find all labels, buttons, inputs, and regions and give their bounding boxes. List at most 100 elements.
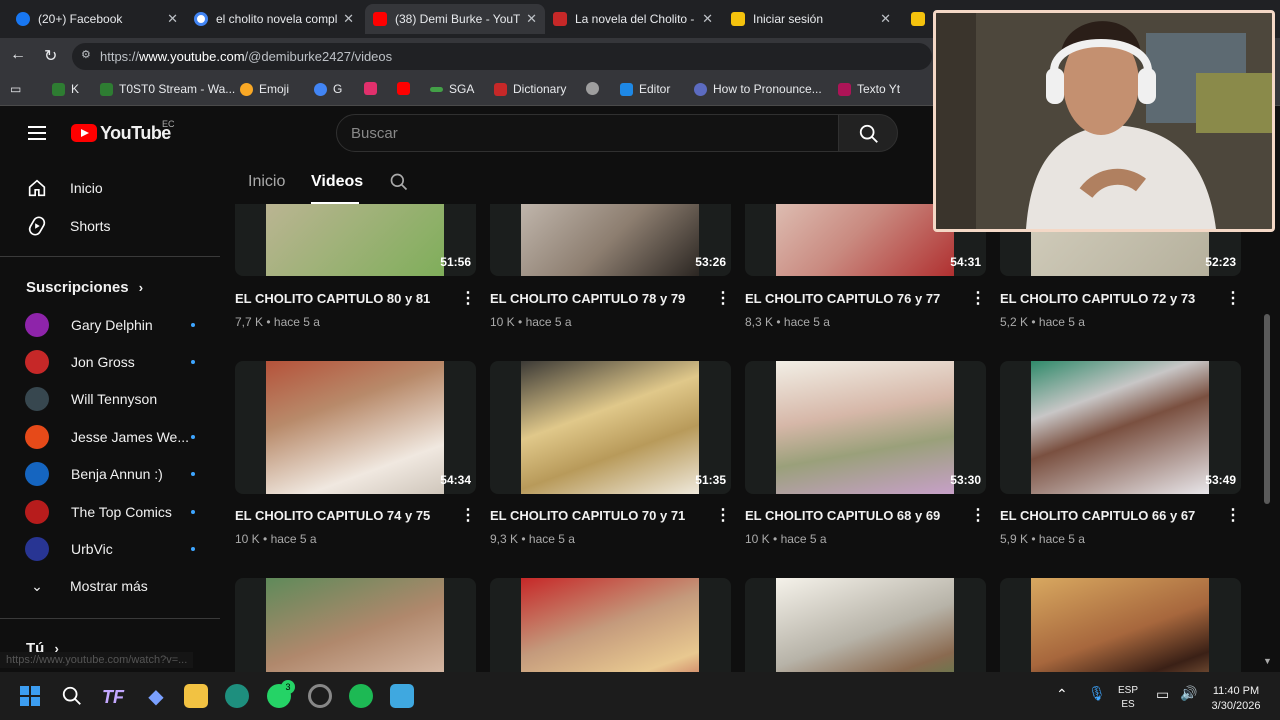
bookmark-instagram[interactable] xyxy=(364,82,383,95)
close-icon[interactable]: ✕ xyxy=(526,11,537,27)
video-title[interactable]: EL CHOLITO CAPITULO 72 y 73 xyxy=(1000,291,1195,306)
bookmark-openai[interactable] xyxy=(586,82,605,95)
video-title[interactable]: EL CHOLITO CAPITULO 74 y 75 xyxy=(235,508,430,523)
tab-la-novela[interactable]: La novela del Cholito - Ec ✕ xyxy=(545,4,721,34)
clock[interactable]: 11:40 PM 3/30/2026 xyxy=(1208,684,1264,714)
video-meta: 7,7 K • hace 5 a xyxy=(235,315,320,329)
subscriptions-header[interactable]: Suscripciones › xyxy=(26,279,143,296)
menu-icon[interactable] xyxy=(28,126,46,140)
bookmark-g[interactable]: G xyxy=(314,82,342,96)
video-title[interactable]: EL CHOLITO CAPITULO 78 y 79 xyxy=(490,291,685,306)
sidebar-toggle-icon[interactable]: ▭ xyxy=(10,82,21,96)
duration-badge: 53:26 xyxy=(695,255,726,269)
microphone-icon[interactable]: 🎙 xyxy=(1088,685,1106,702)
spotify-icon[interactable] xyxy=(349,684,373,708)
video-thumbnail[interactable]: 53:26 xyxy=(490,204,731,276)
bookmark-editor[interactable]: Editor xyxy=(620,82,670,96)
address-bar[interactable]: ⚙ https://www.youtube.com/@demiburke2427… xyxy=(72,43,932,70)
reload-icon[interactable]: ↻ xyxy=(44,46,57,66)
more-options-icon[interactable]: ⋮ xyxy=(970,505,986,525)
sidebar-subscription[interactable]: Jesse James We... xyxy=(25,424,195,450)
tab-google-search[interactable]: el cholito novela complet ✕ xyxy=(186,4,362,34)
bookmark-texto-yt[interactable]: Texto Yt xyxy=(838,82,900,96)
search-icon[interactable] xyxy=(389,172,409,192)
notepad-icon[interactable] xyxy=(390,684,414,708)
bookmark-tosto-stream[interactable]: T0ST0 Stream - Wa... xyxy=(100,82,235,96)
video-thumbnail[interactable]: 53:30 xyxy=(745,361,986,494)
thumbnail-image xyxy=(266,204,444,276)
windows-start-icon[interactable] xyxy=(20,686,40,706)
search-input[interactable]: Buscar xyxy=(336,114,839,152)
edge-browser-icon[interactable] xyxy=(225,684,249,708)
tab-partial[interactable] xyxy=(903,4,933,34)
more-options-icon[interactable]: ⋮ xyxy=(1225,288,1241,308)
sidebar-subscription[interactable]: Benja Annun :) xyxy=(25,461,195,487)
tab-facebook[interactable]: (20+) Facebook ✕ xyxy=(8,4,186,34)
app-crypto-icon[interactable]: ◆ xyxy=(144,684,168,708)
video-thumbnail[interactable] xyxy=(745,578,986,672)
close-icon[interactable]: ✕ xyxy=(880,11,891,27)
language-indicator[interactable]: ESP ES xyxy=(1118,684,1138,712)
tab-videos[interactable]: Videos xyxy=(311,173,363,191)
search-button[interactable] xyxy=(838,114,898,152)
video-thumbnail[interactable]: 51:35 xyxy=(490,361,731,494)
sidebar: Inicio Shorts Suscripciones › Gary Delph… xyxy=(0,162,220,672)
file-explorer-icon[interactable] xyxy=(184,684,208,708)
sidebar-subscription[interactable]: Will Tennyson xyxy=(25,386,195,412)
search-icon[interactable] xyxy=(61,685,83,707)
video-title[interactable]: EL CHOLITO CAPITULO 80 y 81 xyxy=(235,291,430,306)
more-options-icon[interactable]: ⋮ xyxy=(715,505,731,525)
more-options-icon[interactable]: ⋮ xyxy=(460,288,476,308)
tab-home[interactable]: Inicio xyxy=(248,173,285,191)
bookmark-how-to-pronounce[interactable]: How to Pronounce... xyxy=(694,82,822,96)
scroll-down-icon[interactable]: ▼ xyxy=(1263,656,1272,666)
page-scrollbar[interactable] xyxy=(1264,314,1270,504)
volume-icon[interactable]: 🔊 xyxy=(1180,685,1197,702)
video-thumbnail[interactable] xyxy=(235,578,476,672)
bookmark-label: Emoji xyxy=(259,82,290,96)
bookmark-emoji[interactable]: Emoji xyxy=(240,82,289,96)
video-thumbnail[interactable]: 54:34 xyxy=(235,361,476,494)
show-more-button[interactable]: ⌄ Mostrar más xyxy=(24,574,148,598)
youtube-logo-text[interactable]: YouTube xyxy=(100,123,171,144)
video-title[interactable]: EL CHOLITO CAPITULO 68 y 69 xyxy=(745,508,940,523)
site-info-icon[interactable]: ⚙ xyxy=(81,48,91,61)
more-options-icon[interactable]: ⋮ xyxy=(460,505,476,525)
more-options-icon[interactable]: ⋮ xyxy=(970,288,986,308)
bookmark-sga[interactable]: SGA xyxy=(430,82,474,96)
bookmark-dictionary[interactable]: Dictionary xyxy=(494,82,566,96)
sidebar-item-home[interactable]: Inicio xyxy=(24,176,103,200)
sidebar-subscription[interactable]: UrbVic xyxy=(25,536,195,562)
close-icon[interactable]: ✕ xyxy=(343,11,354,27)
video-thumbnail[interactable]: 53:49 xyxy=(1000,361,1241,494)
new-content-dot xyxy=(191,472,195,476)
sidebar-subscription[interactable]: Jon Gross xyxy=(25,349,195,375)
tab-iniciar-sesion[interactable]: Iniciar sesión ✕ xyxy=(723,4,899,34)
close-icon[interactable]: ✕ xyxy=(702,11,713,27)
video-title[interactable]: EL CHOLITO CAPITULO 66 y 67 xyxy=(1000,508,1195,523)
back-icon[interactable]: ← xyxy=(10,46,26,64)
app-tf-icon[interactable]: TF xyxy=(102,687,124,708)
video-meta: 9,3 K • hace 5 a xyxy=(490,532,575,546)
sidebar-item-shorts[interactable]: Shorts xyxy=(24,214,110,238)
chrome-icon[interactable] xyxy=(308,684,332,708)
thumbnail-image xyxy=(776,204,954,276)
country-code: EC xyxy=(162,119,175,129)
close-icon[interactable]: ✕ xyxy=(167,11,178,27)
video-title[interactable]: EL CHOLITO CAPITULO 76 y 77 xyxy=(745,291,940,306)
sidebar-subscription[interactable]: The Top Comics xyxy=(25,499,195,525)
video-title[interactable]: EL CHOLITO CAPITULO 70 y 71 xyxy=(490,508,685,523)
youtube-logo-icon[interactable] xyxy=(71,124,97,142)
bookmark-k[interactable]: K xyxy=(52,82,79,96)
more-options-icon[interactable]: ⋮ xyxy=(1225,505,1241,525)
sidebar-item-label: Shorts xyxy=(70,218,111,234)
bookmark-youtube[interactable] xyxy=(397,82,416,95)
more-options-icon[interactable]: ⋮ xyxy=(715,288,731,308)
network-icon[interactable]: ▭ xyxy=(1156,686,1169,703)
sidebar-subscription[interactable]: Gary Delphin xyxy=(25,312,195,338)
video-thumbnail[interactable] xyxy=(490,578,731,672)
video-thumbnail[interactable] xyxy=(1000,578,1241,672)
tab-youtube[interactable]: (38) Demi Burke - YouTub ✕ xyxy=(365,4,545,34)
chevron-up-icon[interactable]: ⌃ xyxy=(1056,686,1068,703)
video-thumbnail[interactable]: 51:56 xyxy=(235,204,476,276)
